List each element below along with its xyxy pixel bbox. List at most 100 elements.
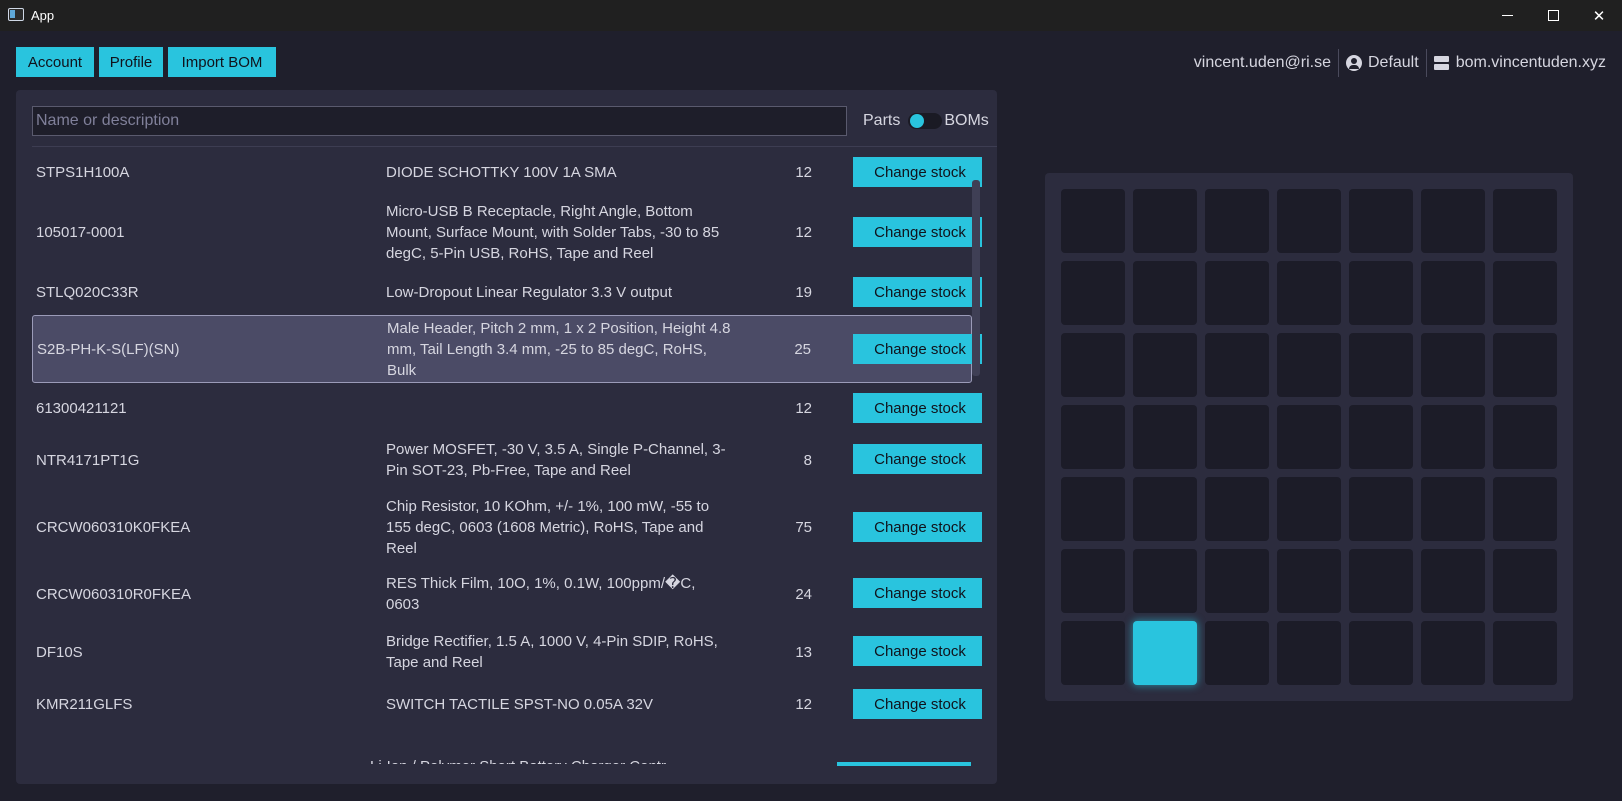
grid-cell[interactable] — [1133, 333, 1197, 397]
grid-cell[interactable] — [1277, 621, 1341, 685]
grid-cell[interactable] — [1133, 261, 1197, 325]
maximize-button[interactable] — [1530, 0, 1576, 31]
grid-cell[interactable] — [1061, 261, 1125, 325]
grid-cell[interactable] — [1277, 477, 1341, 541]
toggle-label-parts: Parts — [863, 112, 901, 129]
grid-cell[interactable] — [1349, 189, 1413, 253]
table-row[interactable]: KMR211GLFS SWITCH TACTILE SPST-NO 0.05A … — [32, 681, 982, 727]
grid-cell[interactable] — [1493, 333, 1557, 397]
grid-cell[interactable] — [1277, 261, 1341, 325]
user-email: vincent.uden@ri.se — [1193, 54, 1331, 71]
search-input[interactable] — [32, 106, 847, 136]
storage-grid — [1045, 173, 1573, 701]
table-row[interactable]: DF10S Bridge Rectifier, 1.5 A, 1000 V, 4… — [32, 623, 982, 681]
change-stock-button[interactable]: Change stock — [853, 334, 982, 364]
change-stock-button[interactable]: Change stock — [853, 512, 982, 542]
grid-cell[interactable] — [1061, 189, 1125, 253]
change-stock-button[interactable]: Change stock — [853, 578, 982, 608]
grid-cell[interactable] — [1133, 189, 1197, 253]
parts-list[interactable]: STPS1H100A DIODE SCHOTTKY 100V 1A SMA 12… — [32, 150, 982, 782]
stock-quantity: 8 — [803, 451, 812, 469]
table-row[interactable]: 61300421121 12 Change stock — [32, 385, 982, 431]
grid-cell[interactable] — [1133, 549, 1197, 613]
toggle-label-boms: BOMs — [944, 112, 989, 129]
grid-cell[interactable] — [1277, 549, 1341, 613]
grid-cell[interactable] — [1061, 621, 1125, 685]
change-stock-button[interactable]: Change stock — [853, 444, 982, 474]
user-icon — [1345, 55, 1362, 71]
grid-cell[interactable] — [1205, 333, 1269, 397]
profile-button[interactable]: Profile — [99, 47, 163, 77]
minimize-icon — [1501, 15, 1513, 16]
table-row[interactable]: 105017-0001 Micro-USB B Receptacle, Righ… — [32, 194, 982, 270]
table-row[interactable]: STLQ020C33R Low-Dropout Linear Regulator… — [32, 270, 982, 314]
server-address: bom.vincentuden.xyz — [1455, 54, 1606, 71]
parts-boms-toggle[interactable] — [908, 113, 943, 129]
part-description: Male Header, Pitch 2 mm, 1 x 2 Position,… — [387, 319, 731, 379]
grid-cell[interactable] — [1205, 189, 1269, 253]
grid-cell[interactable] — [1421, 261, 1485, 325]
grid-cell[interactable] — [1277, 189, 1341, 253]
change-stock-button[interactable]: Change stock — [853, 689, 982, 719]
grid-cell[interactable] — [1493, 405, 1557, 469]
grid-cell[interactable] — [1493, 621, 1557, 685]
part-description: Low-Dropout Linear Regulator 3.3 V outpu… — [386, 283, 673, 301]
table-row[interactable]: STPS1H100A DIODE SCHOTTKY 100V 1A SMA 12… — [32, 150, 982, 194]
grid-cell[interactable] — [1421, 405, 1485, 469]
profile-name: Default — [1367, 54, 1419, 71]
grid-cell-active[interactable] — [1133, 621, 1197, 685]
grid-cell[interactable] — [1349, 333, 1413, 397]
account-button[interactable]: Account — [16, 47, 94, 77]
import-bom-button[interactable]: Import BOM — [168, 47, 276, 77]
grid-cell[interactable] — [1277, 333, 1341, 397]
grid-cell[interactable] — [1205, 477, 1269, 541]
grid-cell[interactable] — [1061, 333, 1125, 397]
grid-cell[interactable] — [1493, 261, 1557, 325]
grid-cell[interactable] — [1349, 621, 1413, 685]
grid-cell[interactable] — [1061, 405, 1125, 469]
grid-cell[interactable] — [1205, 549, 1269, 613]
grid-cell[interactable] — [1277, 405, 1341, 469]
grid-cell[interactable] — [1349, 549, 1413, 613]
grid-cell[interactable] — [1349, 477, 1413, 541]
grid-cell[interactable] — [1205, 261, 1269, 325]
grid-cell[interactable] — [1133, 477, 1197, 541]
stock-quantity: 19 — [795, 283, 812, 301]
grid-cell[interactable] — [1349, 261, 1413, 325]
table-row[interactable]: CRCW060310R0FKEA RES Thick Film, 10O, 1%… — [32, 565, 982, 623]
grid-cell[interactable] — [1205, 621, 1269, 685]
change-stock-button[interactable]: Change stock — [853, 636, 982, 666]
app-icon — [8, 8, 24, 21]
grid-cell[interactable] — [1421, 333, 1485, 397]
part-description: Power MOSFET, -30 V, 3.5 A, Single P-Cha… — [386, 441, 726, 479]
grid-cell[interactable] — [1421, 621, 1485, 685]
divider — [1337, 49, 1339, 77]
grid-cell[interactable] — [1349, 405, 1413, 469]
grid-cell[interactable] — [1493, 549, 1557, 613]
stock-quantity: 25 — [794, 340, 811, 358]
change-stock-button[interactable]: Change stock — [853, 393, 982, 423]
grid-cell[interactable] — [1493, 477, 1557, 541]
close-button[interactable]: ✕ — [1576, 0, 1622, 31]
partial-change-stock-button[interactable] — [837, 762, 971, 766]
grid-cell[interactable] — [1133, 405, 1197, 469]
grid-cell[interactable] — [1421, 549, 1485, 613]
grid-cell[interactable] — [1061, 477, 1125, 541]
grid-cell[interactable] — [1493, 189, 1557, 253]
table-row-selected[interactable]: S2B-PH-K-S(LF)(SN) Male Header, Pitch 2 … — [32, 315, 982, 383]
change-stock-button[interactable]: Change stock — [853, 217, 982, 247]
change-stock-button[interactable]: Change stock — [853, 157, 982, 187]
search-divider — [32, 146, 997, 147]
table-row[interactable]: CRCW060310K0FKEA Chip Resistor, 10 KOhm,… — [32, 489, 982, 565]
grid-cell[interactable] — [1421, 477, 1485, 541]
grid-cell[interactable] — [1205, 405, 1269, 469]
stock-quantity: 13 — [795, 643, 812, 661]
parts-panel: Parts BOMs STPS1H100A DIODE SCHOTTKY 100… — [16, 90, 997, 784]
list-scrollbar[interactable] — [972, 180, 980, 376]
grid-cell[interactable] — [1421, 189, 1485, 253]
minimize-button[interactable] — [1484, 0, 1530, 31]
stock-quantity: 24 — [795, 585, 812, 603]
change-stock-button[interactable]: Change stock — [853, 277, 982, 307]
grid-cell[interactable] — [1061, 549, 1125, 613]
table-row[interactable]: NTR4171PT1G Power MOSFET, -30 V, 3.5 A, … — [32, 431, 982, 489]
